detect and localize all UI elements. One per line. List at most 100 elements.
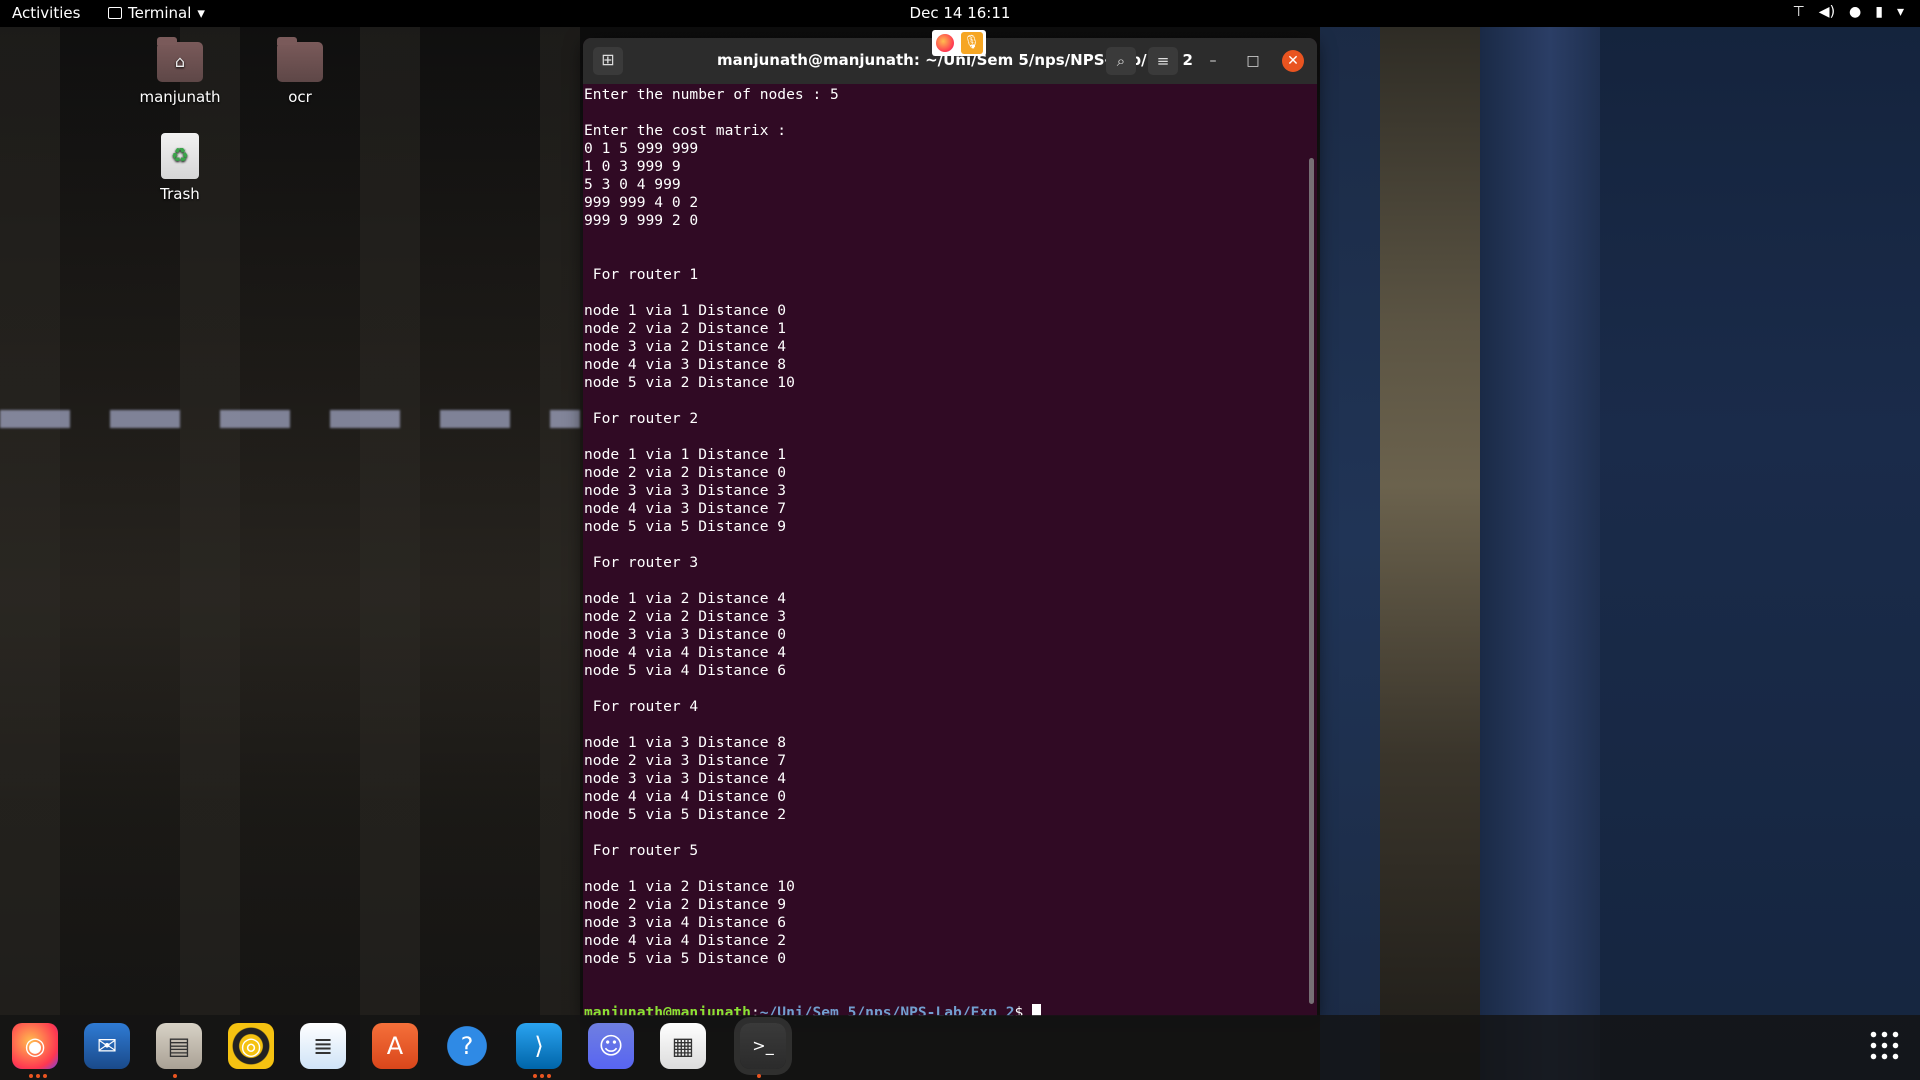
- dock-item-terminal[interactable]: >_: [740, 1023, 786, 1069]
- folder-icon: [277, 37, 323, 82]
- desktop-icon-label: Trash: [160, 185, 200, 203]
- vscode-icon: ⟩: [534, 1032, 544, 1060]
- terminal-line: Enter the number of nodes : 5: [584, 86, 839, 103]
- terminal-line: For router 3: [584, 554, 699, 571]
- terminal-scrollbar[interactable]: [1309, 158, 1314, 1004]
- dock-item-firefox[interactable]: ◉: [12, 1023, 58, 1069]
- running-indicator: [173, 1074, 177, 1078]
- wallpaper-pillar: [1480, 0, 1620, 1080]
- show-applications-icon[interactable]: [1868, 1029, 1900, 1061]
- document-viewer-icon: ▦: [671, 1032, 695, 1060]
- software-center-icon: A: [386, 1032, 404, 1060]
- help-icon: ?: [460, 1032, 474, 1060]
- terminal-line: 999 999 4 0 2: [584, 194, 699, 211]
- dock-item-rhythmbox[interactable]: ◎: [228, 1023, 274, 1069]
- minimize-button[interactable]: –: [1202, 50, 1224, 72]
- close-icon: ✕: [1287, 53, 1299, 69]
- terminal-line: node 3 via 4 Distance 6: [584, 914, 787, 931]
- terminal-line: node 2 via 2 Distance 1: [584, 320, 787, 337]
- terminal-line: node 5 via 5 Distance 2: [584, 806, 787, 823]
- terminal-line: node 2 via 2 Distance 3: [584, 608, 787, 625]
- chevron-down-icon: ▾: [197, 4, 205, 22]
- minimize-icon: –: [1209, 53, 1217, 69]
- close-button[interactable]: ✕: [1282, 50, 1304, 72]
- microphone-icon: ●: [1849, 4, 1862, 20]
- hamburger-icon: ≡: [1156, 52, 1170, 70]
- terminal-line: node 3 via 3 Distance 3: [584, 482, 787, 499]
- running-indicator: [757, 1074, 761, 1078]
- desktop-icon-ocr[interactable]: ocr: [245, 37, 355, 106]
- wallpaper-lights: [0, 410, 580, 428]
- terminal-line: node 1 via 3 Distance 8: [584, 734, 787, 751]
- home-folder-icon: ⌂: [157, 37, 203, 82]
- rhythmbox-icon: ◎: [240, 1032, 262, 1060]
- files-icon: ▤: [167, 1032, 191, 1060]
- running-indicator: [29, 1074, 47, 1078]
- clock[interactable]: Dec 14 16:11: [0, 4, 1920, 22]
- terminal-line: node 2 via 2 Distance 0: [584, 464, 787, 481]
- terminal-line: node 5 via 5 Distance 9: [584, 518, 787, 535]
- app-menu[interactable]: Terminal ▾: [108, 4, 205, 22]
- terminal-line: For router 1: [584, 266, 699, 283]
- running-indicator: [533, 1074, 551, 1078]
- activities-button[interactable]: Activities: [12, 4, 80, 22]
- terminal-line: node 4 via 3 Distance 7: [584, 500, 787, 517]
- terminal-line: node 4 via 3 Distance 8: [584, 356, 787, 373]
- terminal-line: 1 0 3 999 9: [584, 158, 681, 175]
- terminal-line: Enter the cost matrix :: [584, 122, 787, 139]
- dock-item-document-viewer[interactable]: ▦: [660, 1023, 706, 1069]
- terminal-line: 999 9 999 2 0: [584, 212, 699, 229]
- terminal-app-icon: [108, 7, 122, 19]
- terminal-line: node 2 via 3 Distance 7: [584, 752, 787, 769]
- terminal-line: node 1 via 2 Distance 4: [584, 590, 787, 607]
- dock-item-files[interactable]: ▤: [156, 1023, 202, 1069]
- dock-item-software-center[interactable]: A: [372, 1023, 418, 1069]
- terminal-output[interactable]: Enter the number of nodes : 5 Enter the c…: [583, 84, 1317, 1016]
- maximize-button[interactable]: □: [1242, 50, 1264, 72]
- menu-button[interactable]: ≡: [1148, 47, 1178, 75]
- terminal-line: node 3 via 2 Distance 4: [584, 338, 787, 355]
- terminal-line: 0 1 5 999 999: [584, 140, 699, 157]
- dock-item-libreoffice-writer[interactable]: ≣: [300, 1023, 346, 1069]
- terminal-line: node 3 via 3 Distance 4: [584, 770, 787, 787]
- terminal-line: node 5 via 4 Distance 6: [584, 662, 787, 679]
- sharing-indicator[interactable]: 🎙: [932, 30, 986, 56]
- terminal-window[interactable]: ⊞ manjunath@manjunath: ~/Uni/Sem 5/nps/N…: [583, 38, 1317, 1016]
- dock: ◉ ✉ ▤ ◎ ≣ A? ⟩ ☺ ▦ >_: [0, 1015, 1920, 1080]
- terminal-line: node 4 via 4 Distance 2: [584, 932, 787, 949]
- top-bar: Activities Terminal ▾ Dec 14 16:11 ⊤ ◀) …: [0, 0, 1920, 27]
- terminal-line: node 5 via 5 Distance 0: [584, 950, 787, 967]
- trash-icon: ♻: [161, 133, 199, 179]
- dock-item-discord[interactable]: ☺: [588, 1023, 634, 1069]
- desktop-icon-trash[interactable]: ♻ Trash: [125, 133, 235, 203]
- wallpaper-wall: [1600, 0, 1920, 1080]
- search-button[interactable]: ⌕: [1106, 47, 1136, 75]
- app-menu-label: Terminal: [128, 4, 192, 22]
- discord-icon: ☺: [598, 1032, 624, 1060]
- desktop-icon-home[interactable]: ⌂ manjunath: [125, 37, 235, 106]
- dock-item-vscode[interactable]: ⟩: [516, 1023, 562, 1069]
- terminal-line: node 2 via 2 Distance 9: [584, 896, 787, 913]
- terminal-line: 5 3 0 4 999: [584, 176, 681, 193]
- wallpaper-station-left: [0, 0, 580, 1080]
- volume-icon: ◀): [1818, 4, 1836, 20]
- terminal-icon: >_: [752, 1036, 774, 1055]
- maximize-icon: □: [1246, 53, 1260, 69]
- terminal-line: node 4 via 4 Distance 4: [584, 644, 787, 661]
- system-status-area[interactable]: ⊤ ◀) ● ▮ ▾: [1793, 4, 1904, 20]
- dock-item-thunderbird[interactable]: ✉: [84, 1023, 130, 1069]
- dock-item-help[interactable]: ?: [444, 1023, 490, 1069]
- desktop-icon-label: ocr: [288, 88, 312, 106]
